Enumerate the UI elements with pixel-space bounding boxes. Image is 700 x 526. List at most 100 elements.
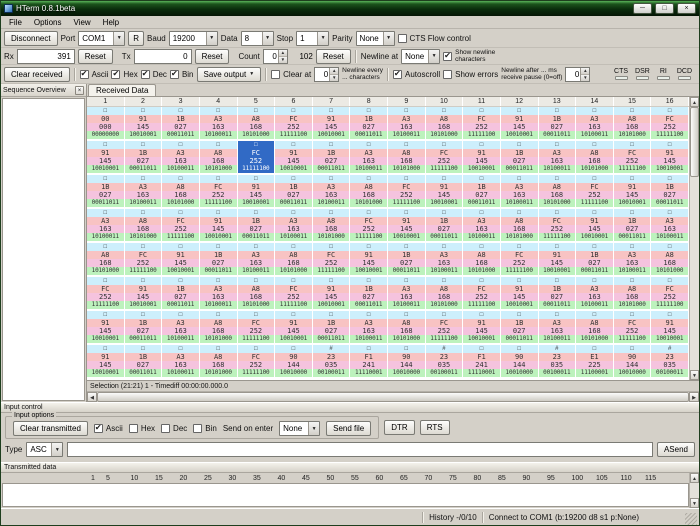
byte-cell[interactable]: FC (275, 115, 313, 123)
byte-cell[interactable]: 00100011 (539, 369, 577, 377)
byte-cell[interactable]: 1B (162, 115, 200, 123)
byte-cell[interactable]: □ (313, 277, 351, 285)
byte-cell[interactable]: 10010000 (501, 369, 539, 377)
byte-cell[interactable]: 1B (501, 149, 539, 157)
byte-cell[interactable]: 145 (501, 293, 539, 301)
byte-cell[interactable]: 00011011 (501, 335, 539, 343)
vertical-scrollbar[interactable]: ▲ ▼ (689, 97, 699, 380)
spinner-up-icon[interactable]: ▲ (581, 68, 589, 75)
refresh-ports-button[interactable]: R (128, 31, 144, 46)
byte-cell[interactable]: 163 (162, 327, 200, 335)
byte-cell[interactable]: 10010001 (162, 267, 200, 275)
byte-cell[interactable]: 1B (125, 319, 163, 327)
byte-cell[interactable]: 10100011 (350, 335, 388, 343)
rx-reset-button[interactable]: Reset (78, 49, 113, 64)
byte-cell[interactable]: 91 (313, 285, 351, 293)
byte-cell[interactable]: □ (125, 311, 163, 319)
byte-cell[interactable]: 163 (238, 259, 276, 267)
byte-cell[interactable]: A3 (162, 353, 200, 361)
byte-cell[interactable]: A3 (463, 217, 501, 225)
byte-cell[interactable]: A8 (313, 217, 351, 225)
byte-cell[interactable]: 10100011 (388, 301, 426, 309)
byte-cell[interactable]: A8 (651, 251, 689, 259)
byte-cell[interactable]: □ (350, 107, 388, 115)
byte-cell[interactable]: 10101000 (426, 131, 464, 139)
byte-cell[interactable]: □ (501, 277, 539, 285)
byte-cell[interactable]: 91 (125, 115, 163, 123)
newline-at-select[interactable]: None ▼ (401, 49, 440, 64)
byte-cell[interactable]: A3 (200, 285, 238, 293)
byte-cell[interactable]: FC (651, 285, 689, 293)
byte-cell[interactable]: 1B (350, 115, 388, 123)
byte-cell[interactable]: 91 (275, 319, 313, 327)
byte-cell[interactable]: □ (501, 107, 539, 115)
byte-cell[interactable]: 10101000 (501, 233, 539, 241)
byte-cell[interactable]: □ (388, 175, 426, 183)
byte-cell[interactable]: 168 (539, 191, 577, 199)
byte-cell[interactable]: FC (463, 115, 501, 123)
byte-cell[interactable]: 252 (463, 293, 501, 301)
byte-cell[interactable]: 1B (388, 251, 426, 259)
byte-cell[interactable]: 00100011 (313, 369, 351, 377)
byte-cell[interactable]: 145 (275, 327, 313, 335)
byte-cell[interactable]: 027 (87, 191, 125, 199)
save-output-button[interactable]: Save output ▼ (197, 67, 262, 82)
byte-cell[interactable]: 10101000 (200, 335, 238, 343)
byte-cell[interactable]: □ (463, 311, 501, 319)
transmitted-body[interactable] (2, 483, 689, 507)
byte-cell[interactable]: 91 (275, 149, 313, 157)
byte-cell[interactable]: 10101000 (238, 131, 276, 139)
byte-cell[interactable]: 10010000 (614, 369, 652, 377)
byte-cell[interactable]: 00 (87, 115, 125, 123)
byte-cell[interactable]: □ (87, 107, 125, 115)
byte-cell[interactable]: 00011011 (539, 301, 577, 309)
byte-cell[interactable]: 10100011 (651, 233, 689, 241)
byte-cell[interactable]: 00011011 (238, 233, 276, 241)
byte-cell[interactable]: □ (275, 175, 313, 183)
byte-cell[interactable]: 163 (275, 225, 313, 233)
byte-cell[interactable]: 10100011 (200, 301, 238, 309)
byte-cell[interactable]: 163 (162, 157, 200, 165)
byte-cell[interactable]: 10101000 (539, 199, 577, 207)
byte-cell[interactable]: 168 (87, 259, 125, 267)
byte-cell[interactable]: 10010001 (651, 165, 689, 173)
byte-cell[interactable]: 252 (238, 361, 276, 369)
byte-cell[interactable]: 252 (238, 157, 276, 165)
byte-cell[interactable]: 145 (125, 293, 163, 301)
byte-cell[interactable]: 168 (426, 123, 464, 131)
byte-cell[interactable]: 00011011 (576, 267, 614, 275)
byte-cell[interactable]: □ (350, 141, 388, 149)
byte-cell[interactable]: 00011011 (614, 233, 652, 241)
byte-cell[interactable]: FC (313, 251, 351, 259)
byte-cell[interactable]: 00100011 (651, 369, 689, 377)
byte-cell[interactable]: A8 (576, 149, 614, 157)
byte-cell[interactable]: □ (313, 311, 351, 319)
byte-cell[interactable]: 10100011 (125, 199, 163, 207)
byte-cell[interactable]: 252 (651, 293, 689, 301)
byte-cell[interactable]: 252 (651, 123, 689, 131)
byte-cell[interactable]: FC (87, 285, 125, 293)
byte-cell[interactable]: 00011011 (87, 199, 125, 207)
byte-cell[interactable]: 163 (162, 361, 200, 369)
byte-cell[interactable]: 145 (87, 327, 125, 335)
byte-cell[interactable]: □ (350, 277, 388, 285)
byte-cell[interactable]: 11110001 (350, 369, 388, 377)
byte-cell[interactable]: □ (576, 311, 614, 319)
input-bin-checkbox[interactable]: Bin (193, 424, 217, 433)
byte-cell[interactable]: A3 (350, 319, 388, 327)
byte-cell[interactable]: □ (275, 141, 313, 149)
byte-cell[interactable]: □ (87, 243, 125, 251)
byte-cell[interactable]: 91 (162, 251, 200, 259)
byte-cell[interactable]: 00011011 (313, 335, 351, 343)
byte-cell[interactable]: 1B (87, 183, 125, 191)
byte-cell[interactable]: 10101000 (614, 301, 652, 309)
byte-cell[interactable]: 10101000 (313, 233, 351, 241)
byte-cell[interactable]: 163 (388, 123, 426, 131)
byte-cell[interactable]: 10010001 (238, 199, 276, 207)
byte-cell[interactable]: A8 (275, 251, 313, 259)
byte-cell[interactable]: 00011011 (350, 131, 388, 139)
byte-cell[interactable]: 10101000 (350, 199, 388, 207)
byte-cell[interactable]: 10101000 (614, 131, 652, 139)
byte-cell[interactable]: □ (162, 345, 200, 353)
byte-cell[interactable]: 252 (576, 191, 614, 199)
